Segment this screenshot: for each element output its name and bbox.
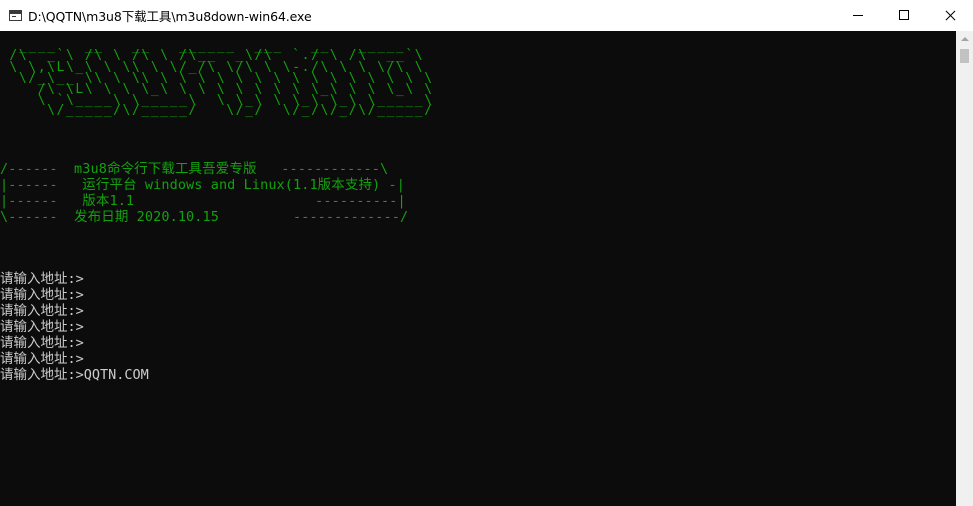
scroll-up-arrow-icon[interactable] (956, 31, 973, 48)
prompt-line: 请输入地址:> (0, 303, 84, 319)
banner-line-version: |------ 版本1.1 ----------| (0, 193, 406, 209)
maximize-icon[interactable] (881, 0, 927, 31)
prompt-line-current[interactable]: 请输入地址:>QQTN.COM (0, 367, 149, 383)
minimize-icon[interactable] (835, 0, 881, 31)
scroll-thumb[interactable] (960, 49, 969, 63)
prompt-line: 请输入地址:> (0, 271, 84, 287)
prompt-line: 请输入地址:> (0, 351, 84, 367)
prompt-line: 请输入地址:> (0, 319, 84, 335)
banner-line-date: \------ 发布日期 2020.10.15 -------------/ (0, 209, 409, 225)
console-app-icon[interactable] (9, 10, 22, 21)
window-controls (835, 0, 973, 31)
prompt-line: 请输入地址:> (0, 335, 84, 351)
vertical-scrollbar[interactable] (956, 31, 973, 506)
title-bar[interactable]: D:\QQTN\m3u8下载工具\m3u8down-win64.exe (0, 0, 973, 31)
console-window: D:\QQTN\m3u8下载工具\m3u8down-win64.exe ____… (0, 0, 973, 506)
console-output[interactable]: ____ __ __ ______ ___ __ _____ /\ _`\ /\… (0, 31, 956, 506)
banner-line-platform: |------ 运行平台 windows and Linux(1.1版本支持) … (0, 177, 405, 193)
ascii-art-line: \/_____/\/_____/ \/_/ \/_/\/_/\/_____/ (0, 103, 434, 118)
window-title: D:\QQTN\m3u8下载工具\m3u8down-win64.exe (28, 9, 312, 24)
close-icon[interactable] (927, 0, 973, 31)
prompt-line: 请输入地址:> (0, 287, 84, 303)
banner-line-title: /------ m3u8命令行下载工具吾爱专版 ------------\ (0, 161, 389, 177)
